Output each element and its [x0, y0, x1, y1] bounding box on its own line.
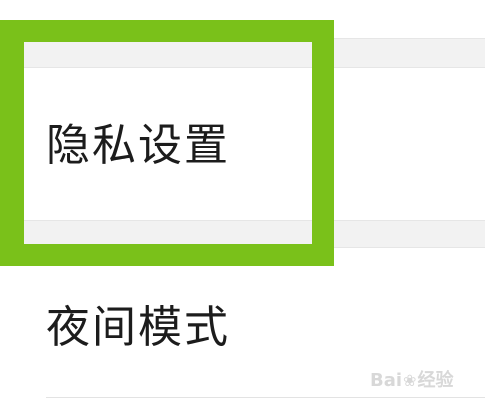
paw-icon: ❀: [403, 371, 417, 390]
night-mode-label: 夜间模式: [46, 302, 230, 353]
privacy-settings-label: 隐私设置: [46, 120, 230, 171]
watermark-text-right: 经验: [417, 370, 454, 391]
settings-screen: 隐私设置 夜间模式 Bai❀经验: [0, 0, 485, 412]
row-divider: [46, 397, 485, 398]
settings-row-privacy[interactable]: 隐私设置: [0, 68, 485, 220]
section-gap: [0, 220, 485, 248]
section-gap: [0, 38, 485, 68]
baidu-jingyan-watermark: Bai❀经验: [370, 366, 453, 392]
watermark-text-left: Bai: [370, 370, 403, 391]
